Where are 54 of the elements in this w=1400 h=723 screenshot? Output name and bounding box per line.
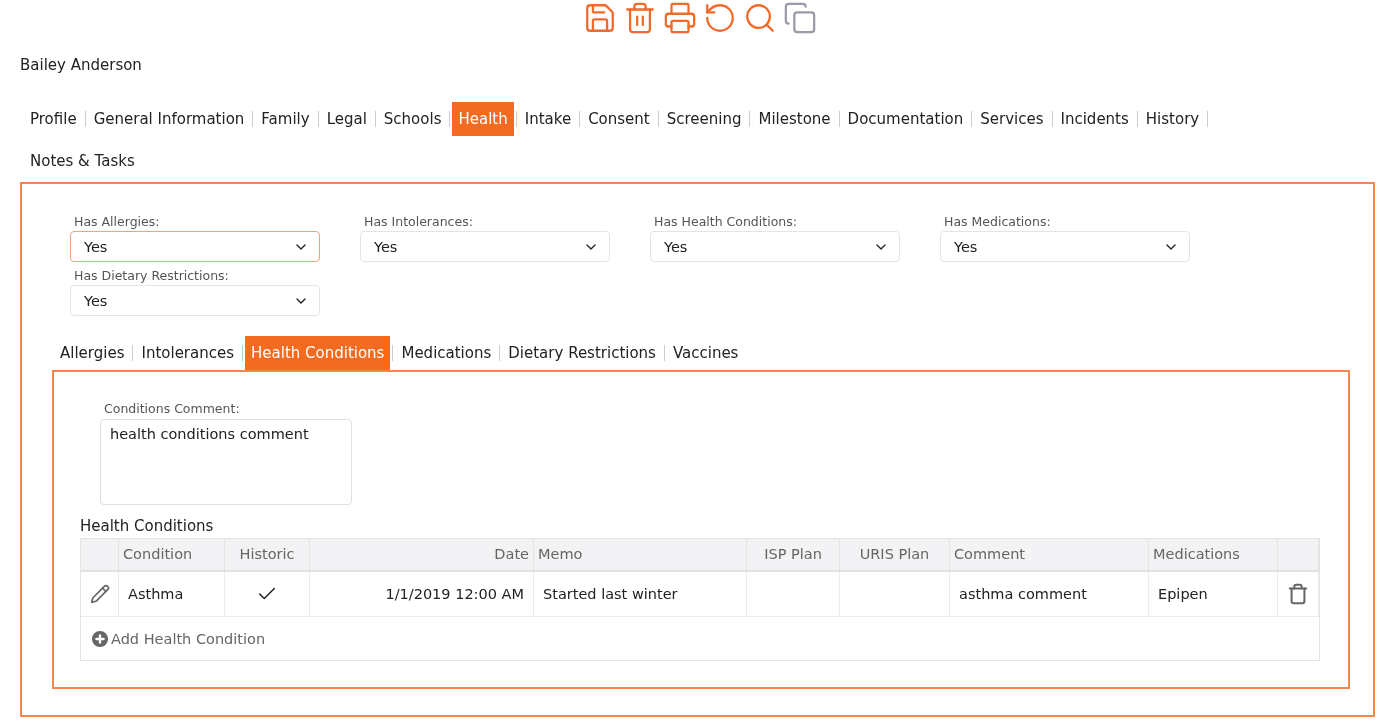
tab[interactable]: Consent: [582, 102, 656, 136]
column-header: ISP Plan: [747, 539, 840, 572]
tab[interactable]: Profile: [24, 102, 83, 136]
tab[interactable]: Vaccines: [666, 336, 745, 370]
print-icon[interactable]: [663, 1, 697, 35]
column-header: Condition: [119, 539, 225, 572]
field-label: Has Intolerances:: [363, 214, 474, 229]
pencil-icon[interactable]: [90, 584, 110, 604]
field-label: Has Health Conditions:: [653, 214, 798, 229]
search-icon[interactable]: [743, 1, 777, 35]
table-cell: Started last winter: [534, 572, 747, 616]
tab[interactable]: Screening: [660, 102, 748, 136]
tab[interactable]: General Information: [87, 102, 251, 136]
tab[interactable]: Services: [974, 102, 1050, 136]
tab[interactable]: Family: [255, 102, 316, 136]
trash-icon[interactable]: [623, 1, 657, 35]
tab[interactable]: Documentation: [841, 102, 970, 136]
tab[interactable]: Dietary Restrictions: [502, 336, 662, 370]
column-header: Memo: [534, 539, 747, 572]
trash-icon[interactable]: [1287, 583, 1309, 605]
dropdown[interactable]: Yes: [360, 231, 610, 262]
field-label: Has Dietary Restrictions:: [73, 268, 230, 283]
column-header: Date: [310, 539, 534, 572]
column-header: URIS Plan: [840, 539, 950, 572]
tab[interactable]: Allergies: [54, 336, 131, 370]
tab[interactable]: Medications: [395, 336, 498, 370]
column-header: Medications: [1149, 539, 1278, 572]
dropdown[interactable]: Yes: [650, 231, 900, 262]
tab[interactable]: Incidents: [1054, 102, 1135, 136]
person-name: Bailey Anderson: [20, 56, 143, 74]
tab[interactable]: Intake: [518, 102, 578, 136]
tab[interactable]: Intolerances: [135, 336, 240, 370]
tab[interactable]: History: [1139, 102, 1206, 136]
table-cell: asthma comment: [950, 572, 1149, 616]
field-label: Conditions Comment:: [103, 401, 240, 416]
tab[interactable]: Notes & Tasks: [24, 144, 141, 178]
column-header: Comment: [950, 539, 1149, 572]
tab[interactable]: Legal: [320, 102, 373, 136]
tab[interactable]: Milestone: [752, 102, 837, 136]
comment-field[interactable]: health conditions comment: [100, 419, 352, 505]
undo-icon[interactable]: [703, 1, 737, 35]
tab[interactable]: Schools: [377, 102, 448, 136]
table-cell: Epipen: [1149, 572, 1278, 616]
table-title: Health Conditions: [80, 517, 215, 535]
dropdown[interactable]: Yes: [70, 231, 320, 262]
field-label: Has Medications:: [943, 214, 1052, 229]
column-header: Historic: [225, 539, 310, 572]
field-label: Has Allergies:: [73, 214, 161, 229]
save-icon[interactable]: [583, 1, 617, 35]
dropdown[interactable]: Yes: [940, 231, 1190, 262]
table-cell: 1/1/2019 12:00 AM: [310, 572, 534, 616]
dropdown[interactable]: Yes: [70, 285, 320, 316]
table-cell: Asthma: [119, 572, 225, 616]
add-condition-button[interactable]: Add Health Condition: [89, 627, 266, 650]
